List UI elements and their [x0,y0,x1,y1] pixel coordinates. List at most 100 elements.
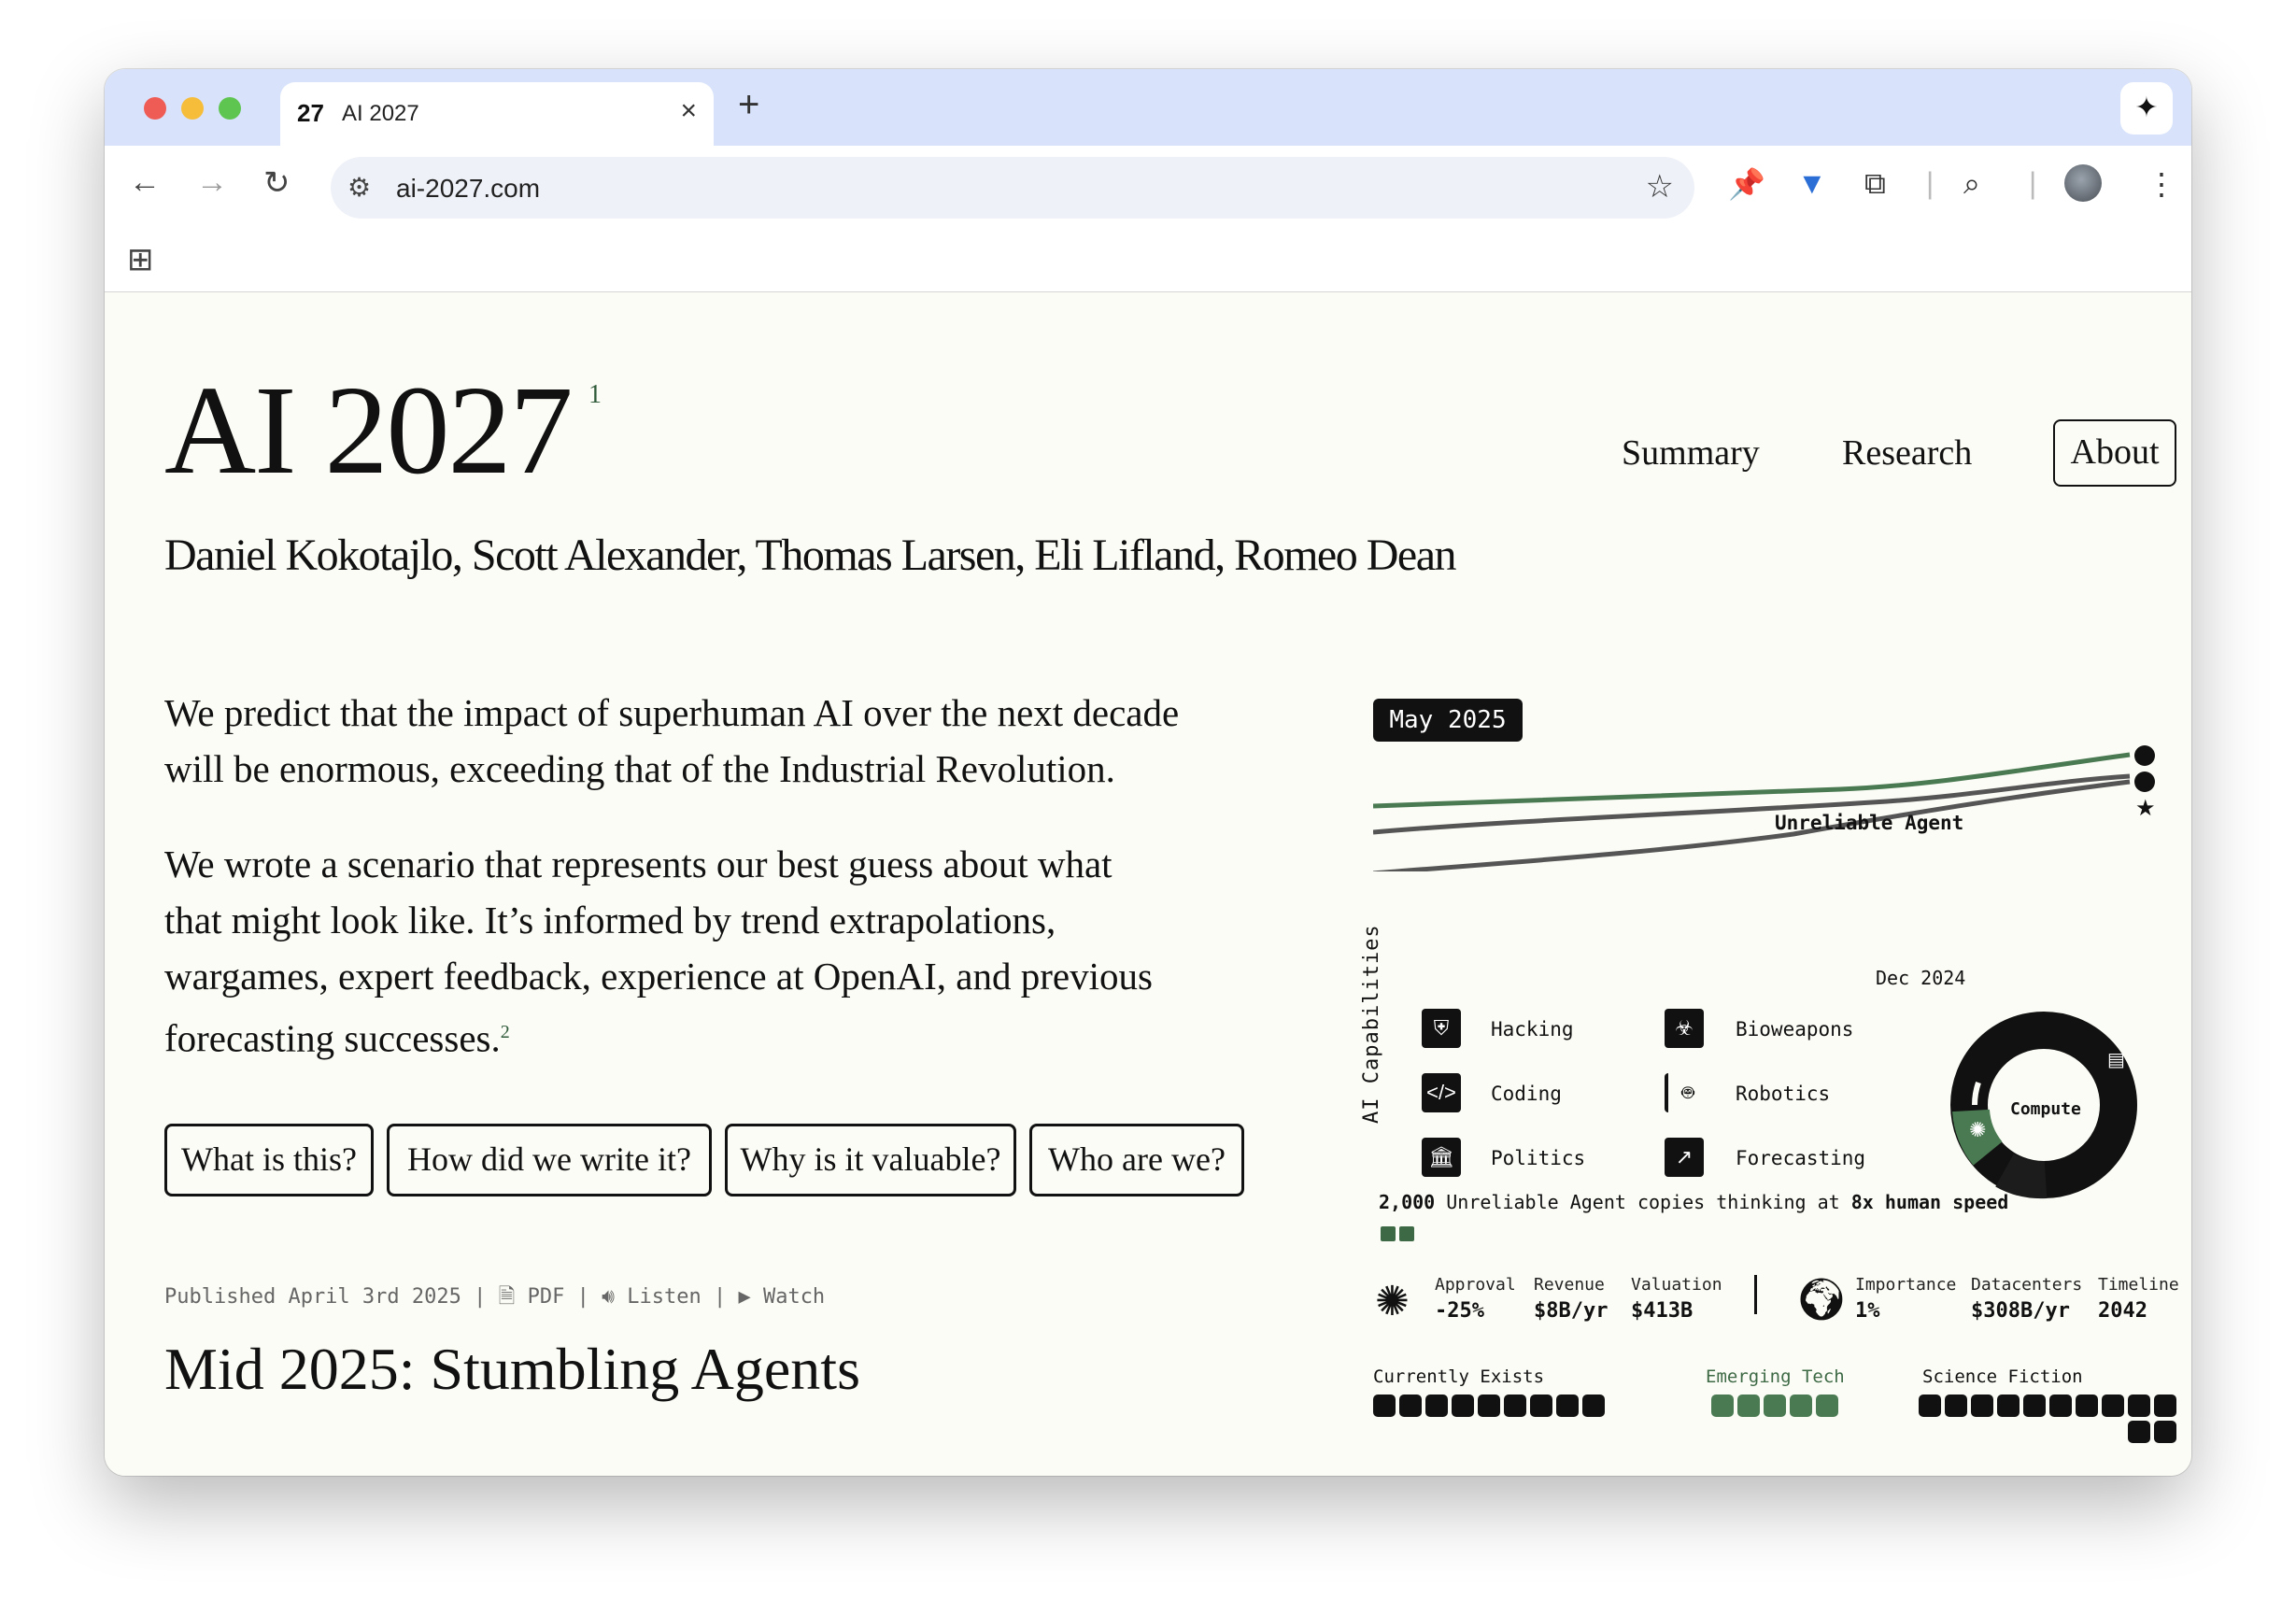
tab-title: AI 2027 [342,101,419,126]
capability-robotics: Robotics [1736,1083,1831,1105]
trend-line-dark [1373,779,2131,871]
axis-date: Dec 2024 [1876,967,1966,989]
trend-line-label: Unreliable Agent [1775,812,1964,834]
legend-block [2154,1395,2176,1417]
apps-grid-icon[interactable]: ⊞ [127,241,154,278]
globe-icon [2134,772,2155,792]
legend-block [1919,1395,1941,1417]
metric-importance-value: 1% [1855,1299,1880,1323]
metric-timeline-value: 2042 [2098,1299,2147,1323]
globe-icon: 🌍︎ [1795,1277,1848,1323]
watch-link[interactable]: Watch [763,1285,825,1309]
gemini-icon[interactable]: ✦ [2120,82,2173,134]
separator: | [576,1285,589,1309]
legend-block [1425,1395,1448,1417]
legend-block [1478,1395,1500,1417]
legend-block [1373,1395,1396,1417]
intro-line: forecasting successes.2 [164,1004,1153,1067]
legend-block [1764,1395,1786,1417]
url-text[interactable]: ai-2027.com [396,174,540,204]
published-date: Published April 3rd 2025 [164,1285,461,1309]
new-tab-button[interactable]: + [738,84,759,126]
menu-icon[interactable]: ⋮ [2147,166,2176,202]
metric-approval-label: Approval [1435,1275,1516,1295]
publication-row: Published April 3rd 2025 | 🗎 PDF | 🔊︎ Li… [164,1281,825,1316]
legend-block [1711,1395,1734,1417]
copy-block [1399,1226,1414,1241]
section-title: Mid 2025: Stumbling Agents [164,1336,860,1402]
metric-datacenters-value: $308B/yr [1971,1299,2070,1323]
why-is-it-valuable-button[interactable]: Why is it valuable? [725,1124,1016,1196]
tab-search-icon[interactable]: ⌕ [1963,166,1980,202]
legend-block [1582,1395,1605,1417]
donut-segment-dark [1995,1154,2048,1199]
metric-revenue-value: $8B/yr [1534,1299,1609,1323]
separator: | [474,1285,487,1309]
close-window-button[interactable] [144,97,166,120]
biohazard-icon: ☣ [1665,1009,1704,1048]
legend-science-fiction: Science Fiction [1922,1366,2083,1387]
speaker-icon: 🔊︎ [602,1285,615,1309]
openai-icon: ✺ [1375,1279,1410,1324]
intro-line: We predict that the impact of superhuman… [164,691,1180,734]
browser-tab[interactable]: 27 AI 2027 × [280,82,714,146]
intro-paragraph-2: We wrote a scenario that represents our … [164,836,1153,1067]
separator: | [713,1285,727,1309]
legend-block [1530,1395,1552,1417]
how-did-we-write-it-button[interactable]: How did we write it? [387,1124,712,1196]
forward-icon[interactable]: → [196,164,228,201]
legend-currently-exists: Currently Exists [1373,1366,1545,1387]
nav-about[interactable]: About [2053,419,2176,487]
who-are-we-button[interactable]: Who are we? [1029,1124,1244,1196]
legend-block [1452,1395,1474,1417]
footnote-2[interactable]: 2 [501,1022,510,1042]
pdf-link[interactable]: PDF [528,1285,565,1309]
nav-summary[interactable]: Summary [1622,432,1760,474]
site-title[interactable]: AI 2027 [164,367,574,494]
pin-icon[interactable]: 📌 [1728,166,1765,202]
reload-icon[interactable]: ↻ [263,164,291,202]
title-footnote[interactable]: 1 [588,380,602,410]
profile-avatar[interactable] [2064,164,2102,202]
site-settings-icon[interactable]: ⚙ [347,172,371,203]
capability-bioweapons: Bioweapons [1736,1018,1854,1041]
legend-block [1737,1395,1760,1417]
legend-emerging-tech: Emerging Tech [1706,1366,1845,1387]
capability-forecasting: Forecasting [1736,1147,1866,1169]
nav-research[interactable]: Research [1842,432,1972,474]
capability-coding: Coding [1491,1083,1562,1105]
bookmark-star-icon[interactable]: ☆ [1646,168,1674,205]
capability-trend-chart: ★ [1373,745,2156,871]
back-icon[interactable]: ← [129,164,161,201]
metric-revenue-label: Revenue [1534,1275,1605,1295]
openai-icon: ✺ [1969,1118,1986,1141]
pdf-icon: 🗎 [498,1285,516,1309]
address-bar[interactable]: ⚙ ai-2027.com ☆ [331,157,1694,219]
legend-block [1556,1395,1579,1417]
openai-icon [2134,745,2155,766]
browser-toolbar: ← → ↻ ⚙ ai-2027.com ☆ 📌 ▼ ⧉ | ⌕ | ⋮ [105,146,2191,226]
maximize-window-button[interactable] [219,97,241,120]
legend-block [2128,1421,2150,1443]
minimize-window-button[interactable] [181,97,204,120]
capability-politics: Politics [1491,1147,1586,1169]
metric-valuation-value: $413B [1631,1299,1694,1323]
page-content: AI 2027 1 Summary Research About Daniel … [105,292,2191,1476]
legend-block [2102,1395,2124,1417]
what-is-this-button[interactable]: What is this? [164,1124,374,1196]
extensions-icon[interactable]: ⧉ [1864,166,1886,202]
close-tab-icon[interactable]: × [680,95,697,127]
tab-strip: 27 AI 2027 × + ✦ [105,69,2191,146]
listen-link[interactable]: Listen [627,1285,701,1309]
copies-text: 2,000 Unreliable Agent copies thinking a… [1379,1191,2008,1213]
legend-block [1790,1395,1812,1417]
capabilities-heading: AI Capabilities [1360,924,1383,1124]
authors: Daniel Kokotajlo, Scott Alexander, Thoma… [164,531,1457,580]
legend-block [1945,1395,1967,1417]
legend-block [2128,1395,2150,1417]
government-icon: 🏛 [1422,1138,1461,1177]
bookmarks-bar: ⊞ [105,226,2191,292]
legend-block [2023,1395,2046,1417]
shield-icon: ⛨ [1422,1009,1461,1048]
extension-v-icon[interactable]: ▼ [1797,166,1827,201]
